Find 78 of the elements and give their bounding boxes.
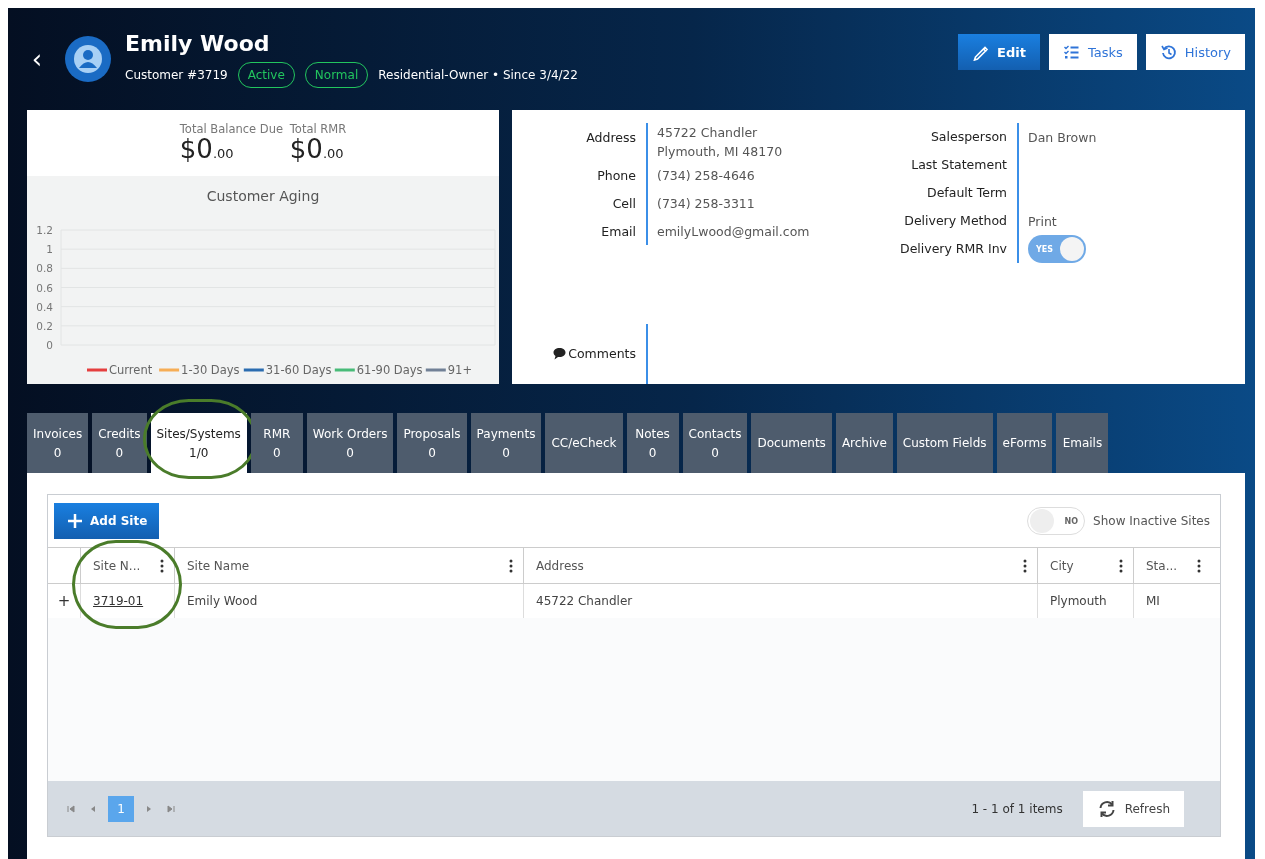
refresh-button[interactable]: Refresh (1082, 790, 1184, 827)
column-header[interactable]: Sta... (1133, 548, 1211, 583)
tab[interactable]: Notes 0 (626, 413, 679, 473)
more-icon[interactable] (1119, 558, 1123, 573)
field-value: emilyLwood@gmail.com (657, 222, 811, 241)
customer-number: Customer #3719 (125, 67, 228, 82)
field-label: Comments (568, 346, 636, 362)
chart-title: Customer Aging (206, 188, 320, 204)
legend-label: 31-60 Days (265, 363, 332, 377)
expand-button[interactable]: + (48, 584, 80, 618)
tab[interactable]: Proposals 0 (397, 413, 467, 473)
field-value: (734) 258-3311 (657, 194, 756, 213)
tab[interactable]: Documents (751, 413, 832, 473)
field-value: Dan Brown (1028, 128, 1098, 147)
more-icon[interactable] (1197, 558, 1201, 573)
history-icon (1159, 43, 1177, 61)
toggle-label: Show Inactive Sites (1093, 514, 1210, 528)
field-label: Default Term (926, 184, 1008, 202)
header-button[interactable]: Edit (958, 34, 1040, 70)
legend-label: Current (109, 363, 153, 377)
tab[interactable]: Custom Fields (896, 413, 993, 473)
field-label: Delivery RMR Inv (899, 240, 1008, 258)
tab[interactable]: Work Orders 0 (306, 413, 394, 473)
header-button[interactable]: Tasks (1048, 34, 1137, 70)
tab[interactable]: Archive (835, 413, 893, 473)
site-link[interactable]: 3719-01 (93, 594, 144, 608)
tab[interactable]: Emails (1056, 413, 1109, 473)
total-amount: $0.00 (289, 136, 344, 162)
tab[interactable]: RMR 0 (250, 413, 303, 473)
field-value: Plymouth, MI 48170 (657, 143, 784, 161)
speech-bubble-icon (553, 347, 567, 361)
tab[interactable]: Invoices 0 (27, 413, 89, 473)
field-label: Cell (611, 195, 637, 213)
more-icon[interactable] (509, 558, 513, 573)
avatar-icon (65, 36, 111, 82)
field-label: Delivery Method (903, 212, 1008, 230)
axis-tick-label: 0 (46, 339, 53, 351)
customer-name: Emily Wood (125, 30, 271, 56)
back-button[interactable]: ‹ (27, 44, 47, 74)
field-label: Salesperson (929, 128, 1008, 146)
column-header[interactable]: Address (523, 548, 1037, 583)
field-value: Print (1028, 212, 1058, 231)
toggle-switch[interactable]: NO (1027, 507, 1086, 535)
more-icon[interactable] (1023, 558, 1027, 573)
axis-tick-label: 0.8 (36, 262, 53, 275)
column-header[interactable]: City (1037, 548, 1133, 583)
legend-label: 61-90 Days (356, 363, 423, 377)
more-icon[interactable] (160, 558, 164, 573)
add-site-button[interactable]: Add Site (54, 503, 160, 539)
tab[interactable]: Credits 0 (92, 413, 147, 473)
field-value: (734) 258-4646 (657, 166, 756, 185)
legend-label: 1-30 Days (181, 363, 240, 377)
item-count: 1 - 1 of 1 items (971, 801, 1063, 816)
tab[interactable]: eForms (996, 413, 1053, 473)
field-value: 45722 Chandler (657, 124, 759, 142)
column-header[interactable]: Site Name (174, 548, 523, 583)
total-label: Total RMR (289, 122, 347, 136)
legend-label: 91+ (447, 363, 473, 377)
field-label: Email (600, 223, 637, 241)
column-header[interactable]: Site N... (80, 548, 174, 583)
total-label: Total Balance Due (179, 122, 284, 136)
customer-type: Residential-Owner • Since 3/4/22 (378, 67, 578, 82)
tab[interactable]: Sites/Systems 1/0 (150, 413, 247, 473)
field-label: Phone (596, 167, 637, 185)
plus-icon (66, 512, 84, 530)
axis-tick-label: 0.2 (36, 319, 53, 332)
axis-tick-label: 0.6 (36, 281, 53, 294)
field-label: Last Statement (910, 156, 1008, 174)
header-button[interactable]: History (1145, 34, 1245, 70)
checklist-icon (1062, 43, 1080, 61)
axis-tick-label: 1.2 (36, 224, 53, 236)
tab[interactable]: Payments 0 (470, 413, 542, 473)
field-label: Address (585, 129, 637, 147)
tab[interactable]: CC/eCheck (545, 413, 623, 473)
tab[interactable]: Contacts 0 (682, 413, 748, 473)
total-amount: $0.00 (179, 136, 234, 162)
axis-tick-label: 1 (46, 243, 53, 256)
axis-tick-label: 0.4 (36, 300, 53, 313)
